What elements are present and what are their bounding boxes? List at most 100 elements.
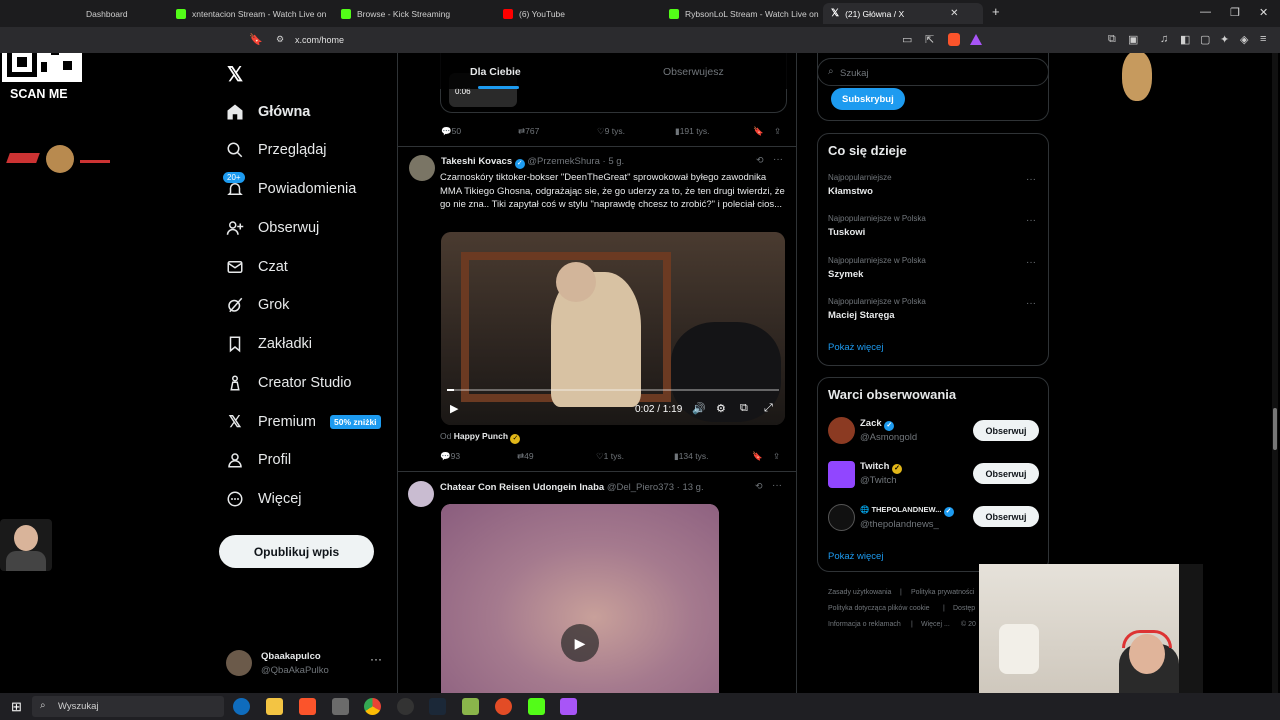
suggested-name[interactable]: 🌐 THEPOLANDNEW... ✓ (860, 505, 954, 517)
nav-profile[interactable]: Profil (226, 442, 291, 478)
steam-icon[interactable] (429, 698, 446, 715)
bookmark-page-icon[interactable]: 🔖 (249, 33, 263, 46)
grok-icon[interactable]: ⟲ (755, 481, 763, 492)
brave-icon[interactable] (299, 698, 316, 715)
browser-tab[interactable]: Dashboard (78, 3, 168, 24)
app-icon[interactable] (495, 698, 512, 715)
scrollbar[interactable] (1272, 53, 1278, 693)
subscribe-button[interactable]: Subskrybuj (831, 88, 905, 110)
new-tab-icon[interactable]: + (992, 4, 1000, 19)
repost-button[interactable]: ⇄ 49 (517, 451, 534, 462)
footer-link[interactable]: Zasady użytkowania (828, 589, 891, 596)
more-dots-icon[interactable]: ··· (1026, 257, 1036, 268)
more-dots-icon[interactable]: ··· (1026, 298, 1036, 309)
site-settings-icon[interactable]: ⚙ (276, 34, 284, 45)
browser-tab[interactable]: (6) YouTube (495, 3, 655, 24)
like-button[interactable]: ♡ 9 tys. (597, 126, 625, 137)
brave-rewards-icon[interactable] (970, 34, 982, 45)
trend-item[interactable]: Kłamstwo (828, 186, 873, 197)
minimize-icon[interactable]: — (1200, 6, 1211, 18)
pip-icon[interactable]: ⧉ (740, 402, 748, 415)
minecraft-icon[interactable] (462, 698, 479, 715)
nav-follow[interactable]: Obserwuj (226, 210, 319, 246)
nav-explore[interactable]: Przeglądaj (226, 132, 327, 168)
account-switcher[interactable]: Qbaakapulco @QbaAkaPulko ··· (226, 648, 386, 684)
windows-start-icon[interactable]: ⊞ (8, 698, 25, 715)
show-more-link[interactable]: Pokaż więcej (828, 342, 883, 353)
close-window-icon[interactable]: ✕ (1259, 6, 1268, 19)
extensions-icon[interactable]: ⧉ (1108, 33, 1116, 46)
share-icon[interactable]: ⇪ (774, 126, 781, 137)
trend-item[interactable]: Maciej Staręga (828, 310, 895, 321)
volume-icon[interactable]: 🔊 (692, 402, 706, 415)
avatar[interactable] (408, 481, 434, 507)
scrollbar-thumb[interactable] (1273, 408, 1277, 450)
browser-tab[interactable]: xntentacion Stream - Watch Live on K (168, 3, 326, 24)
more-dots-icon[interactable]: ··· (772, 480, 782, 491)
suggested-name[interactable]: Twitch ✓ (860, 461, 903, 474)
author-name[interactable]: Takeshi Kovacs (441, 156, 512, 167)
browser-tab[interactable]: Browse - Kick Streaming (333, 3, 493, 24)
more-dots-icon[interactable]: ··· (1026, 215, 1036, 226)
video-progress-track[interactable] (447, 389, 779, 391)
nav-chat[interactable]: Czat (226, 249, 288, 285)
more-dots-icon[interactable]: ··· (370, 652, 382, 666)
author-handle[interactable]: @Del_Piero373 (607, 482, 674, 493)
browser-tab-active[interactable]: 𝕏 (21) Główna / X ✕ (823, 3, 983, 24)
grok-icon[interactable]: ⟲ (756, 155, 764, 166)
sidebar-icon[interactable]: ◧ (1180, 33, 1190, 46)
footer-link[interactable]: Informacja o reklamach (828, 621, 901, 628)
avatar[interactable] (828, 504, 855, 531)
author-handle[interactable]: @PrzemekShura (527, 156, 599, 167)
cast-icon[interactable]: ▭ (902, 33, 912, 46)
trend-item[interactable]: Tuskowi (828, 227, 865, 238)
footer-link[interactable]: Dostęp (953, 605, 975, 612)
avatar[interactable] (828, 417, 855, 444)
footer-link[interactable]: Polityka prywatności (911, 589, 974, 596)
edge-icon[interactable] (233, 698, 250, 715)
tab-for-you[interactable]: Dla Ciebie (470, 66, 521, 78)
avatar[interactable] (828, 461, 855, 488)
suggested-name[interactable]: Zack ✓ (860, 418, 895, 431)
file-explorer-icon[interactable] (266, 698, 283, 715)
url-field[interactable]: x.com/home (295, 35, 344, 45)
video-player[interactable]: ▶ 0:02 / 1:19 🔊 ⚙ ⧉ ⤢ (441, 232, 785, 425)
browser-tab[interactable]: RybsonLoL Stream - Watch Live on K (661, 3, 821, 24)
kick-icon[interactable] (528, 698, 545, 715)
follow-button[interactable]: Obserwuj (973, 420, 1039, 441)
nav-bookmarks[interactable]: Zakładki (226, 326, 312, 362)
share-icon[interactable]: ⇱ (925, 33, 934, 46)
fullscreen-icon[interactable]: ⤢ (764, 402, 773, 415)
app-icon[interactable] (560, 698, 577, 715)
avatar[interactable] (409, 155, 435, 181)
author-name[interactable]: Chatear Con Reisen Udongein Inaba (440, 482, 604, 493)
reply-button[interactable]: 💬 93 (440, 451, 460, 462)
play-icon[interactable]: ▶ (450, 402, 458, 415)
more-dots-icon[interactable]: ··· (773, 154, 783, 165)
share-icon[interactable]: ⇪ (773, 451, 780, 462)
more-dots-icon[interactable]: ··· (1026, 174, 1036, 185)
obs-icon[interactable] (397, 698, 414, 715)
tweet-time[interactable]: · 13 g. (677, 482, 704, 493)
bookmark-icon[interactable]: 🔖 (753, 126, 764, 137)
restore-icon[interactable]: ❐ (1230, 6, 1240, 19)
views-button[interactable]: ▮ 191 tys. (675, 126, 709, 137)
settings-icon[interactable]: ⚙ (716, 402, 726, 415)
vpn-icon[interactable]: ◈ (1240, 33, 1248, 46)
app-icon[interactable] (332, 698, 349, 715)
footer-link[interactable]: Więcej ... (921, 621, 950, 628)
trend-item[interactable]: Szymek (828, 269, 863, 280)
leo-icon[interactable]: ✦ (1220, 33, 1229, 46)
tweet-time[interactable]: · 5 g. (603, 156, 625, 167)
wallet2-icon[interactable]: ▢ (1200, 33, 1210, 46)
follow-button[interactable]: Obserwuj (973, 463, 1039, 484)
x-logo-icon[interactable]: 𝕏 (227, 62, 243, 87)
views-button[interactable]: ▮ 134 tys. (674, 451, 708, 462)
show-more-link[interactable]: Pokaż więcej (828, 551, 883, 562)
footer-link[interactable]: Polityka dotycząca plików cookie (828, 605, 930, 612)
close-icon[interactable]: ✕ (950, 8, 958, 19)
follow-button[interactable]: Obserwuj (973, 506, 1039, 527)
chrome-icon[interactable] (364, 698, 381, 715)
nav-home[interactable]: Główna (226, 94, 310, 130)
nav-premium[interactable]: 𝕏 Premium 50% zniżki (226, 404, 381, 440)
